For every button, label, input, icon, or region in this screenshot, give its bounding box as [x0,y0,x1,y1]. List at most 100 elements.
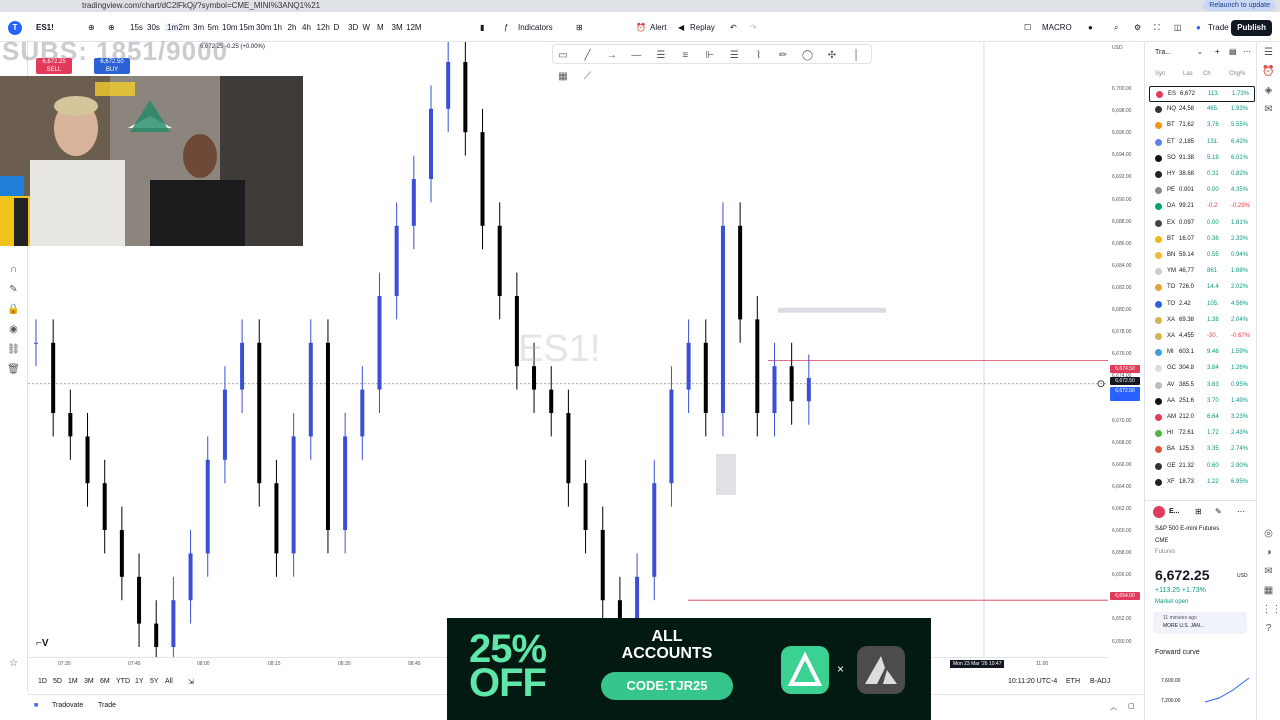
interval-12m[interactable]: 12M [406,23,422,32]
col-change-pct[interactable]: Chg% [1229,71,1245,77]
details-more-icon[interactable]: ⋯ [1237,507,1245,516]
watchlist-row[interactable]: NQ 24,58 465. 1.93% [1149,102,1255,118]
brush-tool-icon[interactable]: ✏ [776,49,790,63]
more-icon[interactable]: ⋯ [1243,47,1251,56]
watchlist-row[interactable]: BN 59.14 0.55 0.94% [1149,248,1255,264]
buy-button[interactable]: 6,672.50 BUY [94,58,130,74]
collapse-icon[interactable]: ︿ [1110,702,1117,712]
eye-icon[interactable]: ◉ [6,324,22,338]
watchlist-icon[interactable]: ☰ [1262,47,1276,61]
watchlist-row[interactable]: GC 304.8 3.84 1.26% [1149,361,1255,377]
clock[interactable]: 10:11:20 UTC-4 [1008,678,1057,685]
fib-tool-icon[interactable]: ☰ [654,49,668,63]
range-5d[interactable]: 5D [53,678,62,685]
tradingview-logo-icon[interactable]: T [8,21,22,35]
watchlist-row[interactable]: BT 16.07 0.36 2.33% [1149,232,1255,248]
watchlist-row[interactable]: AV 385.5 3.63 0.95% [1149,378,1255,394]
maximize-icon[interactable]: ▢ [1128,702,1135,710]
interval-m[interactable]: M [377,23,384,32]
interval-3d[interactable]: 3D [348,23,358,32]
range-5y[interactable]: 5Y [150,678,159,685]
target-icon[interactable]: ◎ [1262,528,1276,542]
range-6m[interactable]: 6M [100,678,110,685]
chart-type-icon[interactable]: ▮ [480,23,484,32]
watchlist-row[interactable]: MI 603.1 9.46 1.59% [1149,345,1255,361]
apps-icon[interactable]: ⋮⋮ [1262,604,1280,618]
interval-4h[interactable]: 4h [302,23,311,32]
interval-2m[interactable]: 2m [179,23,190,32]
vertical-line-icon[interactable]: │ [849,49,863,63]
col-symbol[interactable]: Syn [1155,71,1165,77]
interval-30m[interactable]: 30m [256,23,272,32]
promo-banner[interactable]: 25% OFF ALL ACCOUNTS CODE:TJR25 × [447,618,931,720]
watchlist-row[interactable]: YM 46,77 861 1.88% [1149,264,1255,280]
watchlist-row[interactable]: SO 91.38 5.18 6.01% [1149,151,1255,167]
trash-icon[interactable]: 🗑 [6,364,22,378]
range-1m[interactable]: 1M [68,678,78,685]
details-grid-icon[interactable]: ⊞ [1195,507,1202,516]
indicators-button[interactable]: Indicators [518,23,553,32]
symbol-search[interactable]: ES1! [36,23,54,32]
add-symbol-watchlist-icon[interactable]: + [1215,47,1220,56]
interval-w[interactable]: W [363,23,371,32]
fib-extension-icon[interactable]: ☰ [727,49,741,63]
date-range-icon[interactable]: ⇲ [188,678,194,686]
interval-3m[interactable]: 3M [392,23,403,32]
remove-drawing-icon[interactable]: ⟋ [580,70,594,84]
price-axis[interactable]: USD 6,700.00 6,698.00 6,696.00 6,694.00 6,69… [1108,42,1144,657]
col-change[interactable]: Ch [1203,71,1211,77]
news-card[interactable]: 11 minutes ago MORE U.S. JAN... [1153,612,1247,634]
interval-30s[interactable]: 30s [147,23,160,32]
watchlist-row[interactable]: XA 4,455 -30. -0.67% [1149,329,1255,345]
ruler-tool-icon[interactable]: ⊩ [703,49,717,63]
cross-tool-icon[interactable]: ✣ [825,49,839,63]
rectangle-tool-icon[interactable]: ▭ [556,49,570,63]
link-icon[interactable]: ⛓ [6,344,22,358]
layers-icon[interactable]: ◈ [1262,85,1276,99]
watchlist-row[interactable]: ET 2,185 131. 6.42% [1149,135,1255,151]
watchlist-row[interactable]: AA 251.6 3.70 1.49% [1149,394,1255,410]
interval-d[interactable]: D [334,23,340,32]
watchlist-row[interactable]: HI 72.61 1.72 2.43% [1149,426,1255,442]
broker-name[interactable]: Tradovate [52,702,83,709]
chat-icon[interactable]: ✉ [1262,566,1276,580]
watchlist-title[interactable]: Tra... [1155,49,1171,56]
brush-icon[interactable]: ✎ [6,284,22,298]
watchlist-row[interactable]: XA 69.38 1.38 2.04% [1149,313,1255,329]
relaunch-button[interactable]: Relaunch to update [1203,0,1276,11]
ray-tool-icon[interactable]: → [605,49,619,63]
watchlist-menu-icon[interactable]: ⌄ [1197,48,1203,56]
interval-2h[interactable]: 2h [288,23,297,32]
interval-12h[interactable]: 12h [317,23,330,32]
horizontal-line-tool-icon[interactable]: — [629,49,643,63]
pulse-icon[interactable]: ◑ [1262,547,1276,561]
watchlist-row[interactable]: ES 6,672 113. 1.73% [1149,86,1255,102]
ellipse-tool-icon[interactable]: ◯ [801,49,815,63]
compare-icon[interactable]: ⊕ [108,23,115,32]
watchlist-row[interactable]: PE 0.001 0.00 4.35% [1149,183,1255,199]
watchlist-row[interactable]: AM 212.0 6.64 3.23% [1149,410,1255,426]
details-edit-icon[interactable]: ✎ [1215,507,1222,516]
settings-icon[interactable]: ⚙ [1134,23,1141,32]
replay-button[interactable]: Replay [690,23,715,32]
range-1y[interactable]: 1Y [135,678,144,685]
url-bar[interactable]: tradingview.com/chart/dC2lFkQj/?symbol=C… [82,1,320,10]
parallel-channel-icon[interactable]: ≡ [678,49,692,63]
grid-tool-icon[interactable]: ▦ [556,70,570,84]
range-1d[interactable]: 1D [38,678,47,685]
alerts-icon[interactable]: ⏰ [1262,66,1276,80]
camera-icon[interactable]: ◫ [1174,23,1182,32]
layout-icon[interactable]: ⊞ [576,23,583,32]
watchlist-row[interactable]: XF 18.73 1.22 6.95% [1149,475,1255,491]
watchlist-row[interactable]: GE 21.32 0.60 2.90% [1149,459,1255,475]
star-icon[interactable]: ☆ [6,658,22,672]
layout-name[interactable]: MACRO [1042,23,1072,32]
publish-button[interactable]: Publish [1231,20,1272,36]
interval-5m[interactable]: 5m [208,23,219,32]
range-3m[interactable]: 3M [84,678,94,685]
col-last[interactable]: Las [1183,71,1193,77]
record-icon[interactable]: ● [1088,23,1093,32]
sell-button[interactable]: 6,672.25 SELL [36,58,72,74]
watchlist-row[interactable]: EX 0.097 0.00 1.81% [1149,216,1255,232]
lock-icon[interactable]: 🔒 [6,304,22,318]
